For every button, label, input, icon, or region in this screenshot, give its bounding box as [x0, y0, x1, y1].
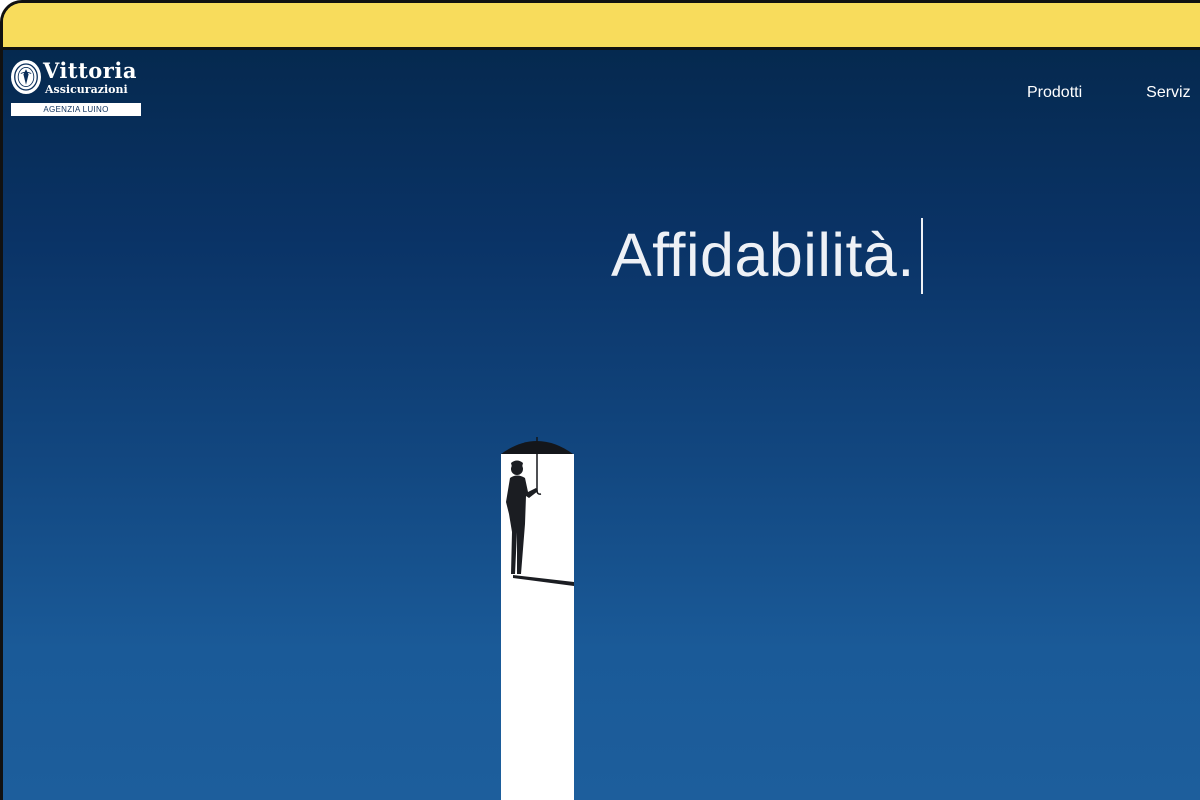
- top-bar: [3, 3, 1200, 50]
- browser-frame: Vittoria Assicurazioni AGENZIA LUINO Pro…: [0, 0, 1200, 800]
- nav-item-servizi[interactable]: Serviz: [1146, 84, 1190, 102]
- hero-section: Vittoria Assicurazioni AGENZIA LUINO Pro…: [3, 50, 1200, 800]
- hero-headline: Affidabilità.: [611, 216, 923, 294]
- main-nav: Prodotti Serviz: [1027, 84, 1191, 102]
- agency-label: AGENZIA LUINO: [11, 103, 141, 116]
- umbrella-man-illustration: [498, 432, 576, 800]
- brand-name: Vittoria: [43, 58, 137, 83]
- brand-logo[interactable]: Vittoria Assicurazioni AGENZIA LUINO: [11, 58, 143, 121]
- typing-caret: [920, 218, 923, 294]
- brand-subtitle: Assicurazioni: [45, 83, 128, 96]
- nav-item-prodotti[interactable]: Prodotti: [1027, 84, 1082, 102]
- vittoria-seal-icon: [11, 60, 41, 94]
- hero-headline-text: Affidabilità.: [611, 221, 915, 289]
